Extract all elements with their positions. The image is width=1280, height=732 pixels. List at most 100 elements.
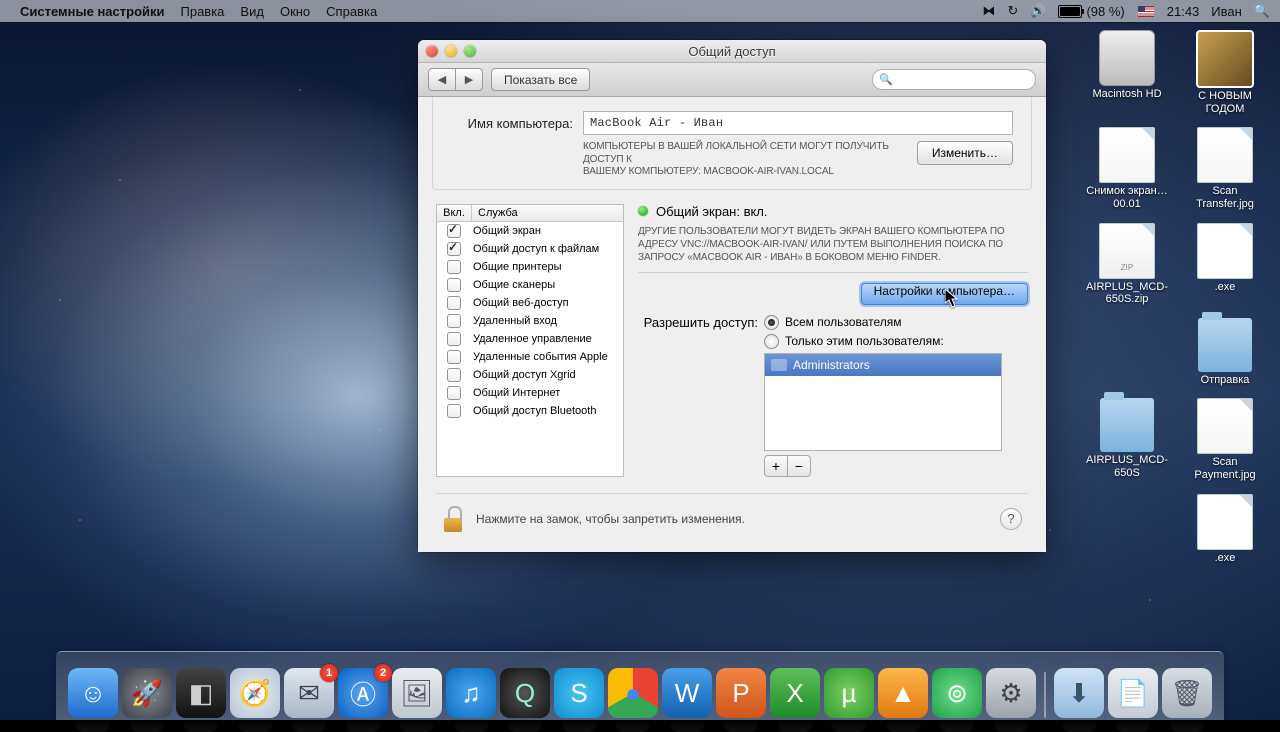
timemachine-icon[interactable]: ↻ [1007,3,1018,19]
service-checkbox[interactable] [447,350,461,364]
service-row[interactable]: Удаленные события Apple [437,348,623,366]
dock-launchpad[interactable]: 🚀 [122,668,172,718]
radio-all-users[interactable] [764,315,779,330]
remove-user-button[interactable]: − [788,455,811,477]
add-user-button[interactable]: + [764,455,788,477]
service-checkbox[interactable] [447,278,461,292]
dock-excel[interactable]: X [770,668,820,718]
radio-only-users[interactable] [764,334,779,349]
desktop-item[interactable]: Снимок экран…00.01 [1086,127,1168,210]
service-checkbox[interactable] [447,314,461,328]
desktop-item[interactable]: Отправка [1184,318,1266,387]
service-row[interactable]: Общий доступ Xgrid [437,366,623,384]
desktop-item-label: С НОВЫМ ГОДОМ [1184,90,1266,115]
dock-powerpoint[interactable]: P [716,668,766,718]
jpg-icon [1099,127,1155,183]
dock-sysprefs[interactable]: ⚙ [986,668,1036,718]
show-all-button[interactable]: Показать все [491,68,590,91]
forward-button[interactable]: ▶ [456,68,483,91]
img-icon [1196,30,1254,88]
service-name: Общий веб-доступ [471,297,623,309]
dock-chrome[interactable]: ● [608,668,658,718]
service-row[interactable]: Общие сканеры [437,276,623,294]
menu-help[interactable]: Справка [326,4,377,19]
window-title: Общий доступ [688,44,775,59]
dock-safari[interactable]: 🧭 [230,668,280,718]
minimize-button[interactable] [445,45,457,57]
input-source[interactable] [1137,5,1155,18]
service-name: Общие сканеры [471,279,623,291]
computer-settings-button[interactable]: Настройки компьютера… [861,283,1028,305]
spotlight-icon[interactable]: 🔍 [1254,3,1270,19]
user-menu[interactable]: Иван [1211,4,1242,19]
service-name: Общий Интернет [471,387,623,399]
dock-finder[interactable]: ☺ [68,668,118,718]
desktop-item[interactable]: AIRPLUS_MCD-650S.zip [1086,223,1168,306]
service-row[interactable]: Общий Интернет [437,384,623,402]
dock-stack[interactable]: 📄 [1108,668,1158,718]
volume-icon[interactable]: 🔊 [1030,3,1046,19]
dock-skype[interactable]: S [554,668,604,718]
dock-vlc[interactable]: ▲ [878,668,928,718]
file-icon [1197,223,1253,279]
dock-utorrent[interactable]: µ [824,668,874,718]
desktop-item-label: Снимок экран…00.01 [1086,185,1168,210]
service-checkbox[interactable] [447,242,461,256]
bluetooth-icon[interactable]: ⧓ [982,3,995,19]
desktop-item[interactable]: AIRPLUS_MCD-650S [1086,398,1168,481]
service-checkbox[interactable] [447,368,461,382]
users-list[interactable]: Administrators [764,353,1002,451]
dock-itunes[interactable]: ♫ [446,668,496,718]
desktop-item[interactable]: Scan Payment.jpg [1184,398,1266,481]
close-button[interactable] [426,45,438,57]
desktop-item-label: Scan Transfer.jpg [1184,185,1266,210]
desktop-item-label: Scan Payment.jpg [1184,456,1266,481]
computer-name-field[interactable]: MacBook Air - Иван [583,111,1013,135]
dock-word[interactable]: W [662,668,712,718]
titlebar[interactable]: Общий доступ [418,40,1046,63]
desktop-item[interactable]: Macintosh HD [1086,30,1168,115]
service-checkbox[interactable] [447,296,461,310]
service-row[interactable]: Удаленное управление [437,330,623,348]
edit-hostname-button[interactable]: Изменить… [917,141,1013,165]
dock-downloads[interactable]: ⬇ [1054,668,1104,718]
service-checkbox[interactable] [447,224,461,238]
dock-mission[interactable]: ◧ [176,668,226,718]
desktop-item[interactable]: Scan Transfer.jpg [1184,127,1266,210]
back-button[interactable]: ◀ [428,68,456,91]
menubar: Системные настройки Правка Вид Окно Спра… [0,0,1280,22]
search-field[interactable]: 🔍 [872,69,1036,90]
radio-only-users-label: Только этим пользователям: [785,334,944,348]
menu-window[interactable]: Окно [280,4,310,19]
clock[interactable]: 21:43 [1167,4,1200,19]
user-row[interactable]: Administrators [765,354,1001,376]
computer-name-label: Имя компьютера: [451,116,573,131]
service-checkbox[interactable] [447,404,461,418]
service-row[interactable]: Общий доступ Bluetooth [437,402,623,420]
service-row[interactable]: Удаленный вход [437,312,623,330]
help-button[interactable]: ? [1000,508,1022,530]
desktop-item[interactable]: .exe [1184,223,1266,306]
service-checkbox[interactable] [447,386,461,400]
service-checkbox[interactable] [447,332,461,346]
dock-airport[interactable]: ⊚ [932,668,982,718]
menu-view[interactable]: Вид [240,4,264,19]
dock-preview[interactable]: 🖼 [392,668,442,718]
service-row[interactable]: Общий веб-доступ [437,294,623,312]
dock-appstore[interactable]: Ⓐ2 [338,668,388,718]
service-row[interactable]: Общие принтеры [437,258,623,276]
desktop-item[interactable]: С НОВЫМ ГОДОМ [1184,30,1266,115]
app-menu[interactable]: Системные настройки [20,4,165,19]
dock-mail[interactable]: ✉1 [284,668,334,718]
battery-status[interactable]: (98 %) [1058,4,1124,19]
menu-edit[interactable]: Правка [181,4,225,19]
dock-trash[interactable]: 🗑 [1162,668,1212,718]
zoom-button[interactable] [464,45,476,57]
service-checkbox[interactable] [447,260,461,274]
lock-icon[interactable] [442,506,464,532]
service-row[interactable]: Общий экран [437,222,623,240]
status-title: Общий экран: вкл. [656,204,768,219]
desktop-item[interactable]: .exe [1184,494,1266,565]
dock-quicktime[interactable]: Q [500,668,550,718]
service-row[interactable]: Общий доступ к файлам [437,240,623,258]
